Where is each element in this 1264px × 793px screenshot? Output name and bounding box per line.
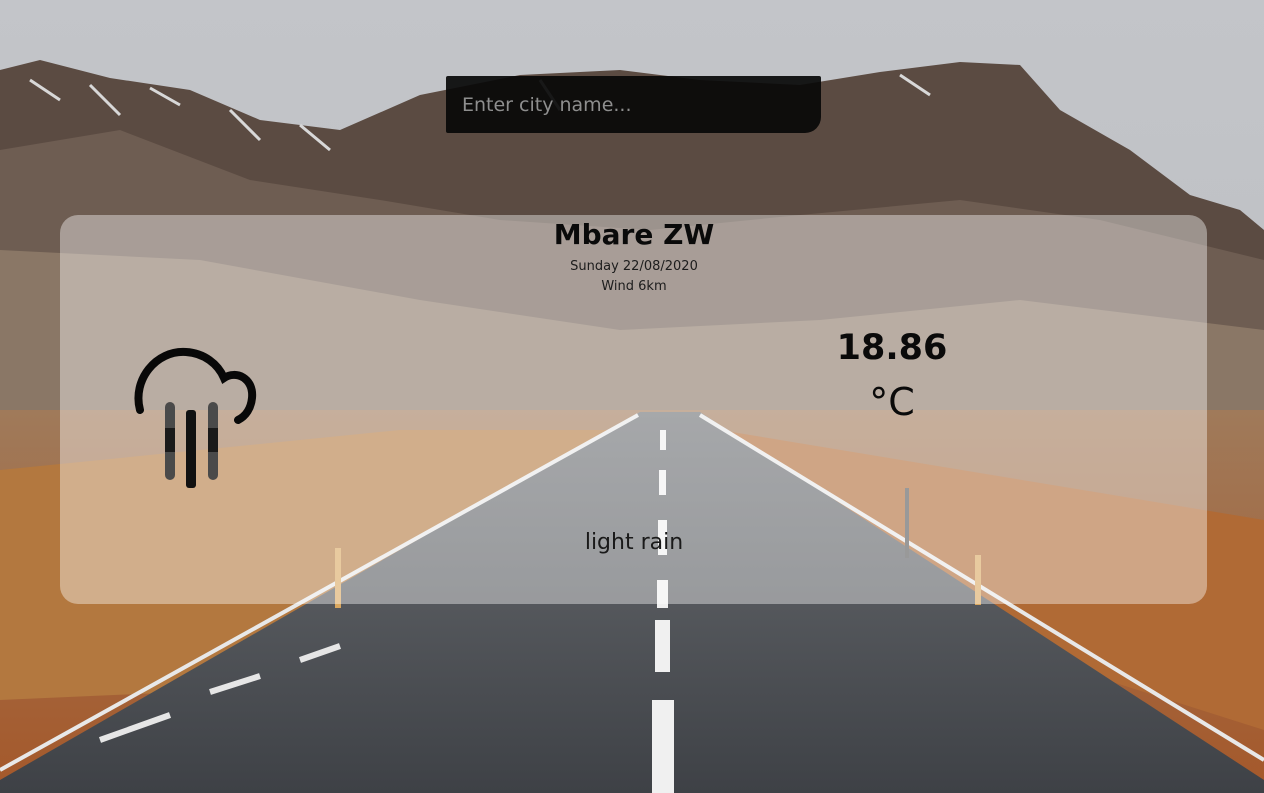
temperature-unit: °C [869, 380, 915, 424]
weather-description: light rain [584, 530, 684, 555]
app-root: Mbare ZW Sunday 22/08/2020 Wind 6km 18.8… [0, 0, 1264, 793]
city-name: Mbare ZW [553, 218, 715, 251]
rain-cloud-icon [134, 347, 257, 488]
city-search-input[interactable] [446, 76, 821, 133]
current-date: Sunday 22/08/2020 [570, 259, 698, 274]
temperature-value: 18.86 [836, 328, 948, 368]
wind-speed: Wind 6km [601, 279, 667, 294]
